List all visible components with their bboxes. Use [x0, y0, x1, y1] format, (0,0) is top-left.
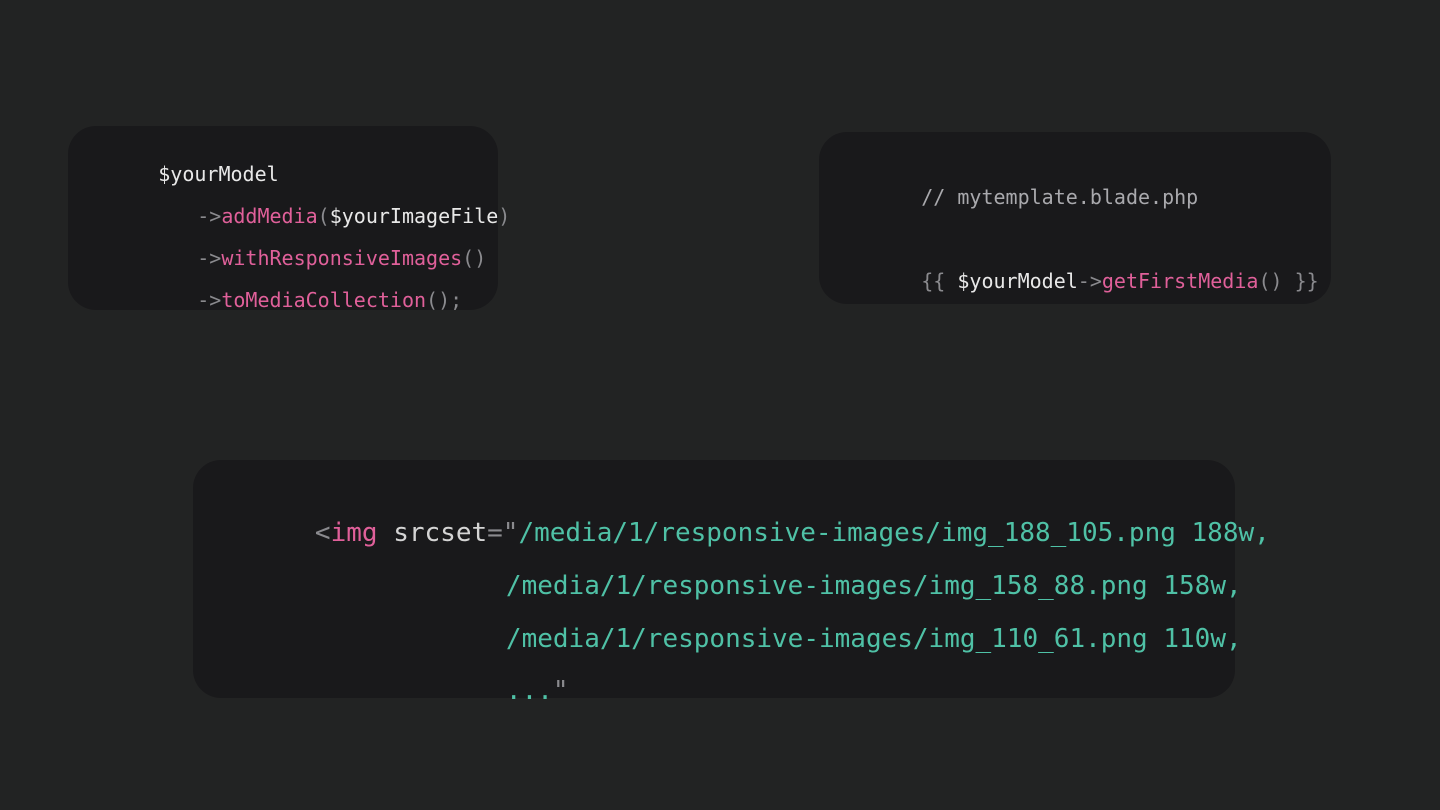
code-line-echo: {{ $yourModel->getFirstMedia() }} [849, 245, 1319, 317]
token-terminator: (); [426, 288, 463, 312]
code-block-img-srcset: <img srcset="/media/1/responsive-images/… [193, 460, 1270, 706]
token-ellipsis: ... [505, 676, 553, 706]
token-arrow: -> [1077, 269, 1102, 293]
token-src-3: /media/1/responsive-images/img_110_61.pn… [505, 624, 1242, 654]
token-parens: () [462, 246, 487, 270]
token-comment: // mytemplate.blade.php [921, 185, 1199, 209]
token-variable: $yourModel [957, 269, 1078, 293]
token-close-braces: }} [1282, 269, 1319, 293]
token-close-paren: ) [498, 204, 511, 228]
token-tag-img: img [330, 518, 378, 548]
token-close-quote: " [552, 676, 569, 706]
token-parens: () [1258, 269, 1283, 293]
code-block-add-media: $yourModel ->addMedia($yourImageFile) ->… [68, 126, 510, 312]
code-line-to-collection: ->toMediaCollection(); [125, 264, 462, 336]
code-line-comment: // mytemplate.blade.php [849, 161, 1198, 233]
token-method-to-media-collection: toMediaCollection [221, 288, 427, 312]
code-line-ellipsis: ..." [412, 646, 569, 736]
token-lt: < [314, 518, 331, 548]
slide-canvas: $yourModel ->addMedia($yourImageFile) ->… [0, 0, 1440, 810]
token-method-get-first-media: getFirstMedia [1101, 269, 1259, 293]
code-block-blade-template: // mytemplate.blade.php {{ $yourModel->g… [819, 132, 1331, 304]
token-arrow: -> [197, 288, 222, 312]
token-open-braces: {{ [921, 269, 958, 293]
